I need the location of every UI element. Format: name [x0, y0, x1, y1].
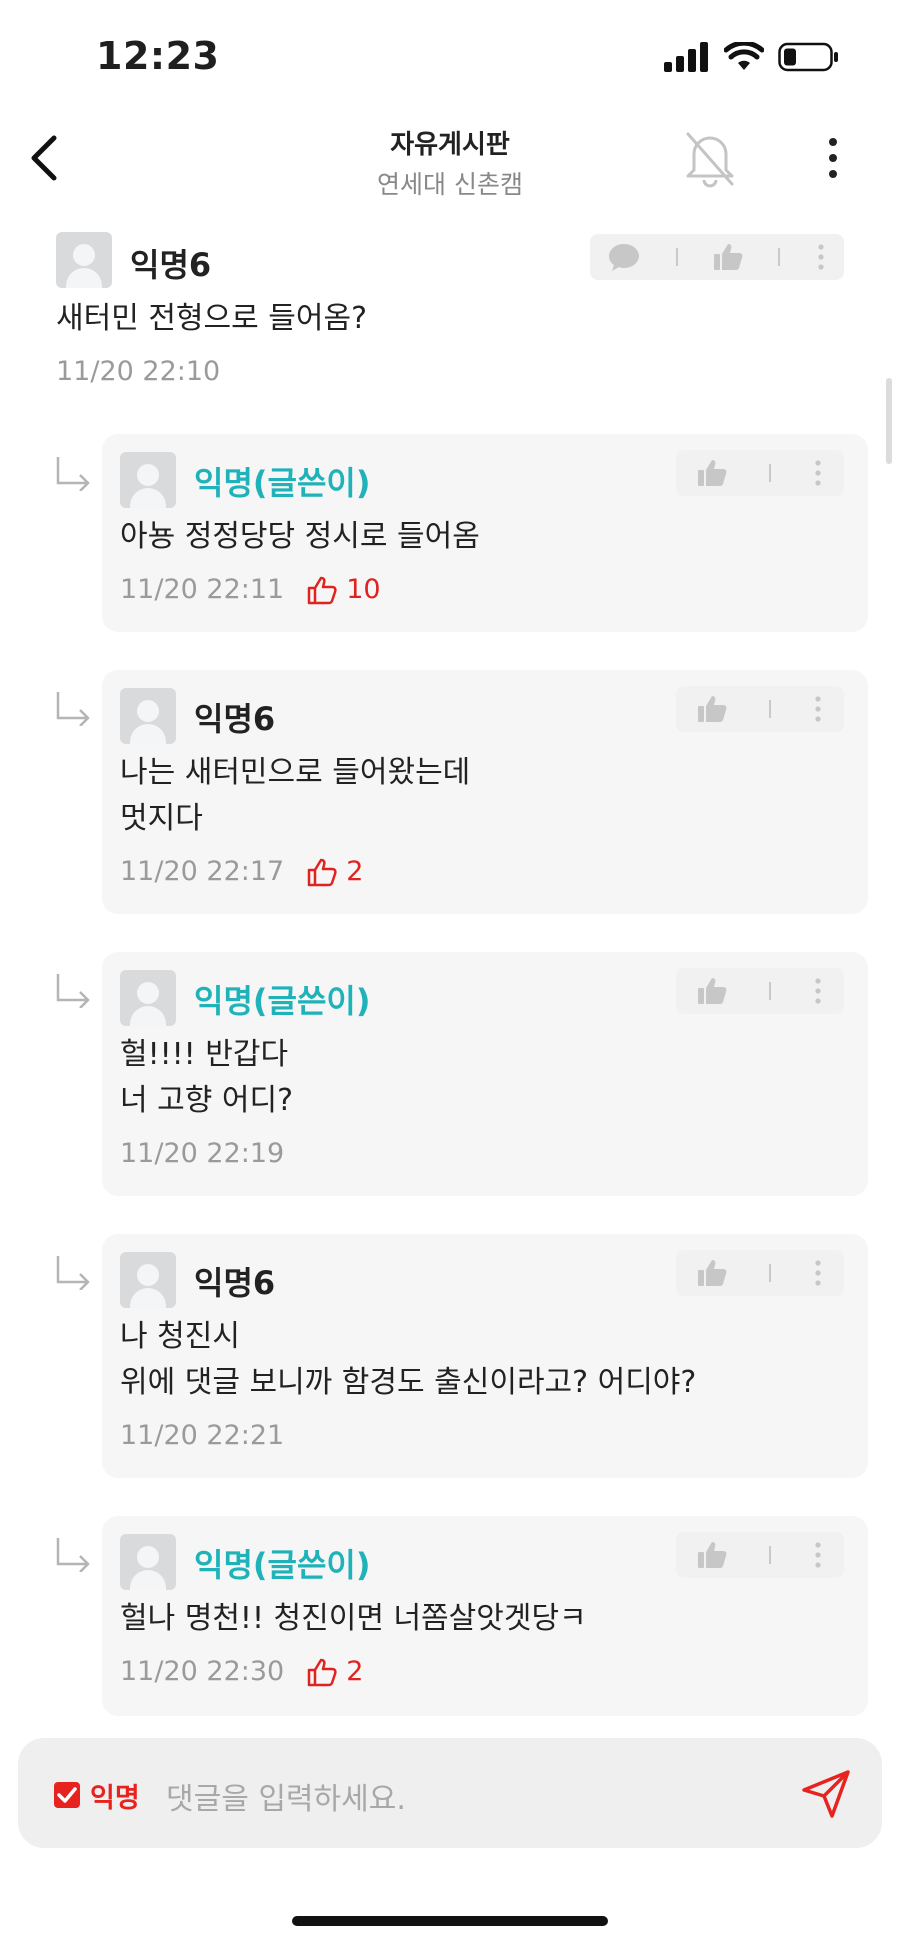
home-indicator — [292, 1916, 608, 1926]
more-dots-icon[interactable] — [812, 695, 824, 723]
avatar — [120, 970, 176, 1026]
cellular-signal-icon — [664, 42, 708, 72]
thumbs-up-icon[interactable] — [696, 1258, 728, 1288]
reply-item: 익명6 나는 새터민으로 들어왔는데 멋지다 11/20 22:17 2 — [102, 670, 868, 914]
reply-actions — [676, 686, 844, 732]
reply-bubble-icon[interactable] — [607, 241, 641, 273]
reply-time: 11/20 22:21 — [120, 1420, 285, 1451]
reply-arrow-icon — [56, 1538, 90, 1572]
thumbs-up-outline-icon — [307, 576, 337, 604]
board-title: 자유게시판 — [390, 130, 510, 160]
comment-input[interactable]: 댓글을 입력하세요. — [166, 1774, 406, 1818]
more-options-icon[interactable] — [818, 134, 848, 182]
board-subtitle: 연세대 신촌캠 — [377, 170, 523, 199]
avatar — [56, 232, 112, 288]
reply-text: 나는 새터민으로 들어왔는데 멋지다 — [120, 755, 471, 836]
comment-author: 익명6 — [130, 246, 212, 284]
avatar — [120, 1534, 176, 1590]
more-dots-icon[interactable] — [812, 459, 824, 487]
more-dots-icon[interactable] — [812, 977, 824, 1005]
top-navigation: 자유게시판 연세대 신촌캠 — [0, 118, 900, 214]
like-count: 2 — [306, 1656, 363, 1687]
thumbs-up-icon[interactable] — [696, 976, 728, 1006]
reply-time: 11/20 22:11 — [120, 574, 285, 605]
check-icon — [57, 1787, 77, 1803]
reply-actions — [676, 1532, 844, 1578]
status-bar: 12:23 — [0, 0, 900, 110]
thumbs-up-icon[interactable] — [696, 458, 728, 488]
reply-meta: 11/20 22:19 — [120, 1138, 284, 1169]
comment-meta: 11/20 22:10 — [56, 356, 220, 387]
reply-time: 11/20 22:30 — [120, 1656, 285, 1687]
reply-arrow-icon — [56, 692, 90, 726]
thumbs-up-icon[interactable] — [712, 242, 744, 272]
comment-item: 익명6 새터민 전형으로 들어옴? 11/20 22:10 — [0, 232, 900, 392]
notification-off-bell-icon[interactable] — [680, 126, 740, 190]
reply-meta: 11/20 22:21 — [120, 1420, 284, 1451]
send-icon[interactable] — [800, 1768, 852, 1820]
like-count-value: 2 — [346, 856, 364, 887]
reply-arrow-icon — [56, 1256, 90, 1290]
thumbs-up-outline-icon — [307, 858, 337, 886]
comment-input-bar: 익명 댓글을 입력하세요. — [18, 1738, 882, 1848]
reply-author: 익명6 — [194, 700, 276, 738]
reply-actions — [676, 450, 844, 496]
reply-text: 헐나 명천!! 청진이면 너쫌살앗겟당ㅋ — [120, 1601, 587, 1636]
wifi-icon — [724, 42, 764, 70]
reply-item: 익명(글쓴이) 헐!!!! 반갑다 너 고향 어디? 11/20 22:19 — [102, 952, 868, 1196]
reply-item: 익명(글쓴이) 아뇽 정정당당 정시로 들어옴 11/20 22:11 10 — [102, 434, 868, 632]
reply-text: 나 청진시 위에 댓글 보니까 함경도 출신이라고? 어디야? — [120, 1319, 697, 1400]
reply-meta: 11/20 22:17 2 — [120, 856, 363, 887]
anonymous-checkbox[interactable] — [54, 1782, 80, 1808]
reply-time: 11/20 22:19 — [120, 1138, 285, 1169]
reply-author: 익명(글쓴이) — [194, 1546, 371, 1584]
comment-time: 11/20 22:10 — [56, 356, 221, 387]
reply-actions — [676, 968, 844, 1014]
thumbs-up-icon[interactable] — [696, 1540, 728, 1570]
reply-author: 익명6 — [194, 1264, 276, 1302]
thumbs-up-icon[interactable] — [696, 694, 728, 724]
avatar — [120, 1252, 176, 1308]
like-count-value: 2 — [346, 1656, 364, 1687]
like-count: 10 — [306, 574, 381, 605]
reply-author: 익명(글쓴이) — [194, 982, 371, 1020]
battery-icon — [778, 42, 838, 72]
more-dots-icon[interactable] — [812, 1259, 824, 1287]
comment-actions — [590, 234, 844, 280]
more-dots-icon[interactable] — [815, 243, 827, 271]
reply-time: 11/20 22:17 — [120, 856, 285, 887]
status-time: 12:23 — [96, 34, 220, 78]
reply-meta: 11/20 22:11 10 — [120, 574, 381, 605]
like-count-value: 10 — [346, 574, 381, 605]
reply-author: 익명(글쓴이) — [194, 464, 371, 502]
reply-text: 아뇽 정정당당 정시로 들어옴 — [120, 519, 480, 554]
reply-actions — [676, 1250, 844, 1296]
header-titles: 자유게시판 연세대 신촌캠 — [0, 124, 900, 201]
comment-text: 새터민 전형으로 들어옴? — [56, 301, 367, 336]
reply-arrow-icon — [56, 457, 90, 491]
reply-item: 익명6 나 청진시 위에 댓글 보니까 함경도 출신이라고? 어디야? 11/2… — [102, 1234, 868, 1478]
avatar — [120, 452, 176, 508]
like-count: 2 — [306, 856, 363, 887]
avatar — [120, 688, 176, 744]
reply-meta: 11/20 22:30 2 — [120, 1656, 363, 1687]
reply-text: 헐!!!! 반갑다 너 고향 어디? — [120, 1037, 293, 1118]
more-dots-icon[interactable] — [812, 1541, 824, 1569]
anonymous-label[interactable]: 익명 — [90, 1776, 140, 1815]
thumbs-up-outline-icon — [307, 1658, 337, 1686]
status-icons — [664, 42, 840, 72]
reply-item: 익명(글쓴이) 헐나 명천!! 청진이면 너쫌살앗겟당ㅋ 11/20 22:30… — [102, 1516, 868, 1716]
reply-arrow-icon — [56, 974, 90, 1008]
scroll-indicator[interactable] — [886, 378, 892, 464]
